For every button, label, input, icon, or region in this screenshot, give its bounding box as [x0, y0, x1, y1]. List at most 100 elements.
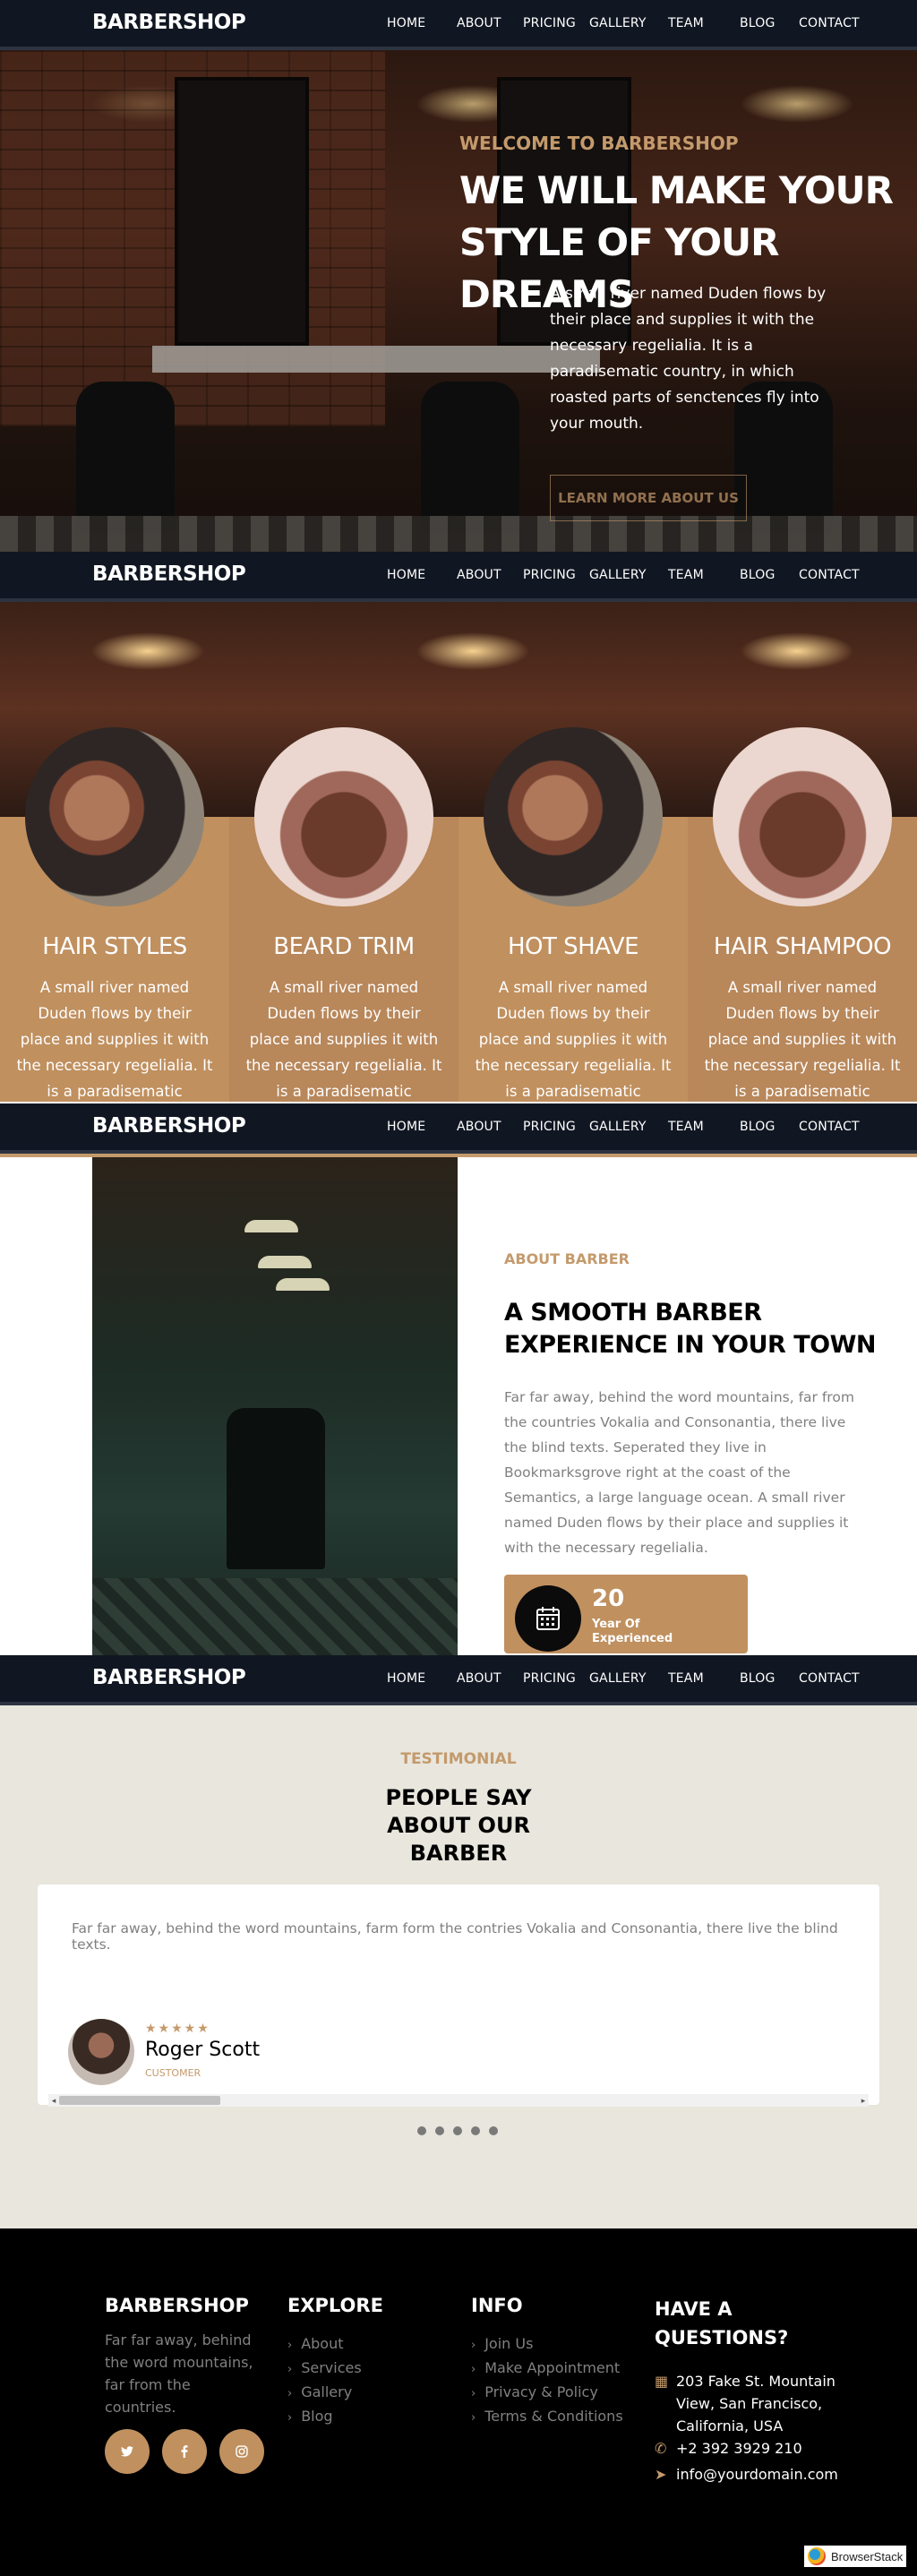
nav-contact[interactable]: CONTACT — [799, 568, 860, 582]
nav-home[interactable]: HOME — [387, 1671, 425, 1686]
nav-home[interactable]: HOME — [387, 1120, 425, 1134]
nav-about[interactable]: ABOUT — [457, 568, 501, 582]
hero-description: A small river named Duden flows by their… — [550, 285, 827, 433]
browserstack-badge[interactable]: BrowserStack — [804, 2546, 907, 2567]
brand-logo[interactable]: BARBERSHOP — [92, 562, 246, 586]
footer-explore-list: › About › Services › Gallery › Blog — [287, 2332, 383, 2429]
brand-logo[interactable]: BARBERSHOP — [92, 11, 246, 34]
carousel-dot[interactable] — [435, 2126, 444, 2135]
paper-plane-icon: ➤ — [655, 2466, 667, 2483]
service-title: HAIR STYLES — [42, 933, 187, 960]
footer-brand: BARBERSHOP — [105, 2295, 249, 2316]
chevron-right-icon: › — [471, 2363, 476, 2376]
nav-about[interactable]: ABOUT — [457, 16, 501, 30]
navbar: BARBERSHOP HOME ABOUT PRICING GALLERY TE… — [0, 1655, 917, 1705]
navbar: BARBERSHOP HOME ABOUT PRICING GALLERY TE… — [0, 552, 917, 602]
nav-gallery[interactable]: GALLERY — [589, 1671, 647, 1686]
footer-link-terms[interactable]: › Terms & Conditions — [471, 2405, 623, 2429]
phone-icon: ✆ — [655, 2440, 667, 2457]
about-text: Far far away, behind the word mountains,… — [504, 1389, 854, 1556]
footer-info-col: INFO › Join Us › Make Appointment › Privacy… — [471, 2295, 623, 2429]
about-title: A SMOOTH BARBER EXPERIENCE IN YOUR TOWN — [504, 1299, 876, 1359]
nav-gallery[interactable]: GALLERY — [589, 1120, 647, 1134]
chevron-right-icon: › — [471, 2339, 476, 2352]
calendar-icon — [515, 1585, 581, 1652]
carousel-dot[interactable] — [489, 2126, 498, 2135]
nav-team[interactable]: TEAM — [668, 1671, 704, 1686]
twitter-icon[interactable] — [105, 2429, 150, 2474]
nav-contact[interactable]: CONTACT — [799, 1671, 860, 1686]
carousel-dot[interactable] — [471, 2126, 480, 2135]
learn-more-button[interactable]: LEARN MORE ABOUT US — [550, 475, 747, 521]
nav-home[interactable]: HOME — [387, 16, 425, 30]
chevron-right-icon: › — [287, 2387, 293, 2400]
email-row[interactable]: ➤ info@yourdomain.com — [655, 2463, 870, 2486]
hero-welcome: WELCOME TO BARBERSHOP — [459, 133, 739, 154]
lamp — [258, 1256, 312, 1268]
footer-brand-col: BARBERSHOP Far far away, behind the word… — [105, 2295, 266, 2418]
phone[interactable]: +2 392 3929 210 — [676, 2437, 802, 2460]
nav-team[interactable]: TEAM — [668, 568, 704, 582]
address: 203 Fake St. Mountain View, San Francisc… — [676, 2373, 836, 2434]
experience-number: 20 — [592, 1585, 625, 1612]
testimonial-card: Far far away, behind the word mountains,… — [38, 1885, 879, 2107]
navbar: BARBERSHOP HOME ABOUT PRICING GALLERY TE… — [0, 1103, 917, 1154]
nav-blog[interactable]: BLOG — [740, 568, 776, 582]
nav-blog[interactable]: BLOG — [740, 16, 776, 30]
footer-link-about[interactable]: › About — [287, 2332, 383, 2357]
nav-pricing[interactable]: PRICING — [523, 1120, 576, 1134]
lamp — [244, 1220, 298, 1232]
footer-explore-title: EXPLORE — [287, 2295, 383, 2316]
footer-link-privacy[interactable]: › Privacy & Policy — [471, 2381, 623, 2405]
horizontal-scrollbar[interactable]: ◂ ▸ — [48, 2094, 869, 2107]
testimonial-title: PEOPLE SAY ABOUT OUR BARBER — [385, 1785, 532, 1866]
nav-gallery[interactable]: GALLERY — [589, 568, 647, 582]
chevron-right-icon: › — [287, 2339, 293, 2352]
scroll-thumb[interactable] — [59, 2096, 220, 2105]
footer-explore-col: EXPLORE › About › Services › Gallery › Blog — [287, 2295, 383, 2429]
about-photo — [92, 1157, 458, 1659]
brand-logo[interactable]: BARBERSHOP — [92, 1666, 246, 1689]
nav-blog[interactable]: BLOG — [740, 1120, 776, 1134]
testimonial-quote: Far far away, behind the word mountains,… — [72, 1920, 838, 1953]
browserstack-logo-icon — [808, 2547, 826, 2565]
experience-label: Year Of Experienced — [592, 1618, 673, 1645]
scroll-right-icon[interactable]: ▸ — [858, 2094, 869, 2107]
nav-contact[interactable]: CONTACT — [799, 16, 860, 30]
footer-info-title: INFO — [471, 2295, 523, 2316]
footer-link-gallery[interactable]: › Gallery — [287, 2381, 383, 2405]
address-row: ▦ 203 Fake St. Mountain View, San Francis… — [655, 2370, 870, 2437]
nav-blog[interactable]: BLOG — [740, 1671, 776, 1686]
carousel-dot[interactable] — [453, 2126, 462, 2135]
nav-team[interactable]: TEAM — [668, 16, 704, 30]
navbar: BARBERSHOP HOME ABOUT PRICING GALLERY TE… — [0, 0, 917, 50]
footer-link-services[interactable]: › Services — [287, 2357, 383, 2381]
nav-about[interactable]: ABOUT — [457, 1671, 501, 1686]
service-photo — [484, 727, 663, 906]
facebook-icon[interactable] — [162, 2429, 207, 2474]
footer-link-blog[interactable]: › Blog — [287, 2405, 383, 2429]
footer-info-list: › Join Us › Make Appointment › Privacy & Po… — [471, 2332, 623, 2429]
testimonial-role: CUSTOMER — [145, 2067, 201, 2079]
brand-logo[interactable]: BARBERSHOP — [92, 1114, 246, 1138]
browserstack-label: BrowserStack — [831, 2549, 904, 2563]
nav-gallery[interactable]: GALLERY — [589, 16, 647, 30]
phone-row[interactable]: ✆ +2 392 3929 210 — [655, 2437, 870, 2460]
scroll-left-icon[interactable]: ◂ — [48, 2094, 59, 2107]
service-title: BEARD TRIM — [273, 933, 415, 960]
nav-home[interactable]: HOME — [387, 568, 425, 582]
nav-pricing[interactable]: PRICING — [523, 1671, 576, 1686]
chevron-right-icon: › — [287, 2363, 293, 2376]
nav-pricing[interactable]: PRICING — [523, 568, 576, 582]
nav-contact[interactable]: CONTACT — [799, 1120, 860, 1134]
footer-questions-title: HAVE A QUESTIONS? — [655, 2298, 789, 2348]
footer-link-join[interactable]: › Join Us — [471, 2332, 623, 2357]
carousel-dot[interactable] — [417, 2126, 426, 2135]
instagram-icon[interactable] — [219, 2429, 264, 2474]
nav-team[interactable]: TEAM — [668, 1120, 704, 1134]
nav-pricing[interactable]: PRICING — [523, 16, 576, 30]
nav-about[interactable]: ABOUT — [457, 1120, 501, 1134]
footer-link-appointment[interactable]: › Make Appointment — [471, 2357, 623, 2381]
barber-chair — [227, 1408, 325, 1569]
email[interactable]: info@yourdomain.com — [676, 2463, 838, 2486]
